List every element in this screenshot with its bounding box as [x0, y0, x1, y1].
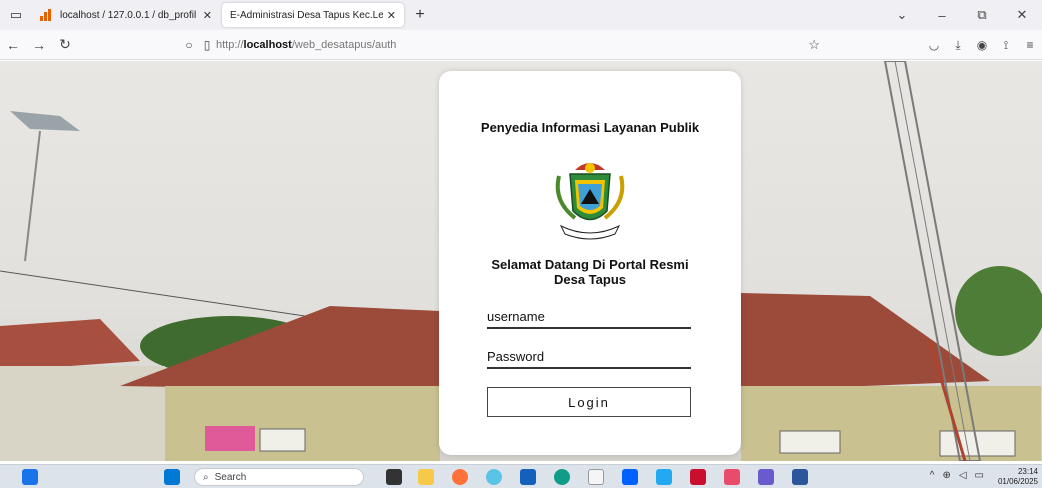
village-emblem-icon	[555, 163, 625, 240]
close-tab-icon[interactable]: ✕	[203, 9, 212, 22]
search-icon: ⌕	[203, 471, 209, 483]
banner-pink	[205, 426, 255, 451]
welcome-heading: Selamat Datang Di Portal Resmi Desa Tapu…	[491, 257, 689, 287]
window-controls: ⌄ – ⧉ ✕	[882, 0, 1042, 30]
amazon-icon[interactable]	[588, 469, 604, 485]
toolbar-right: ◡ ⤓ ◉ ⟟ ≡	[922, 30, 1042, 60]
chevron-up-icon[interactable]: ^	[930, 470, 935, 481]
restore-icon[interactable]: ⧉	[962, 7, 1002, 23]
username-input[interactable]	[487, 307, 691, 329]
browser-nav-bar: ← → ↻ ○ ▯ http://localhost/web_desatapus…	[0, 30, 1042, 60]
search-placeholder: Search	[214, 471, 247, 483]
clock-time: 23:14	[1017, 467, 1038, 476]
bookmark-star-icon[interactable]: ☆	[808, 37, 820, 53]
xampp-icon[interactable]	[690, 469, 706, 485]
menu-icon[interactable]: ≡	[1018, 38, 1042, 52]
page-icon: ▯	[203, 38, 211, 52]
emblem-ribbon	[559, 224, 621, 240]
tab-list-icon[interactable]: ▭	[0, 0, 32, 30]
windows-taskbar: ⌕ Search ^ ⊕ ◁ ▭ 23:14 01/06/2025	[0, 464, 1042, 488]
page-viewport: Penyedia Informasi Layanan Publik Selama…	[0, 61, 1042, 461]
download-icon[interactable]: ⤓	[946, 38, 970, 53]
chevron-down-icon[interactable]: ⌄	[882, 7, 922, 23]
taskbar-search[interactable]: ⌕ Search	[194, 468, 364, 486]
window-grill-right	[779, 430, 841, 454]
vscode-icon[interactable]	[656, 469, 672, 485]
account-icon[interactable]: ◉	[970, 38, 994, 52]
store-icon[interactable]	[520, 469, 536, 485]
file-explorer-icon[interactable]	[418, 469, 434, 485]
password-input[interactable]	[487, 347, 691, 369]
address-bar[interactable]: ○ ▯ http://localhost/web_desatapus/auth …	[180, 34, 828, 56]
back-icon[interactable]: ←	[0, 37, 26, 53]
tree-right	[955, 266, 1042, 356]
reload-icon[interactable]: ↻	[52, 36, 78, 53]
close-icon[interactable]: ✕	[1002, 7, 1042, 23]
word-icon[interactable]	[792, 469, 808, 485]
network-icon[interactable]: ⊕	[942, 470, 950, 481]
mail-icon[interactable]	[724, 469, 740, 485]
tab-title: E-Administrasi Desa Tapus Kec.Lem	[230, 9, 383, 21]
clock-date: 01/06/2025	[997, 477, 1038, 486]
edge-icon[interactable]	[554, 469, 570, 485]
roof-main-right	[741, 293, 990, 391]
roof-left-house	[0, 319, 140, 371]
login-button[interactable]: Login	[487, 387, 691, 417]
shield-icon[interactable]: ○	[180, 38, 198, 52]
street-light-panel	[10, 111, 80, 131]
copilot-icon[interactable]	[486, 469, 502, 485]
dropbox-icon[interactable]	[622, 469, 638, 485]
street-light-pole	[24, 130, 41, 262]
new-tab-button[interactable]: +	[406, 6, 434, 24]
login-card: Penyedia Informasi Layanan Publik Selama…	[439, 71, 741, 455]
tab-title: localhost / 127.0.0.1 / db_profil	[60, 9, 197, 21]
extensions-icon[interactable]: ⟟	[994, 38, 1018, 53]
tab-e-administrasi[interactable]: E-Administrasi Desa Tapus Kec.Lem ✕	[222, 3, 404, 27]
volume-icon[interactable]: ◁	[959, 470, 967, 481]
minimize-icon[interactable]: –	[922, 8, 962, 23]
url-text: http://localhost/web_desatapus/auth	[216, 39, 397, 51]
battery-icon[interactable]: ▭	[975, 470, 984, 481]
tab-phpmyadmin[interactable]: localhost / 127.0.0.1 / db_profil ✕	[32, 3, 220, 27]
app-icon[interactable]	[758, 469, 774, 485]
login-title: Penyedia Informasi Layanan Publik	[480, 120, 700, 135]
phpmyadmin-icon	[40, 9, 54, 21]
windows-start-icon[interactable]	[164, 469, 180, 485]
taskbar-clock[interactable]: 23:14 01/06/2025	[998, 467, 1038, 487]
forward-icon[interactable]: →	[26, 37, 52, 53]
task-view-icon[interactable]	[386, 469, 402, 485]
system-tray: ^ ⊕ ◁ ▭	[930, 470, 984, 481]
widgets-icon[interactable]	[22, 469, 38, 485]
firefox-icon[interactable]	[452, 469, 468, 485]
pocket-icon[interactable]: ◡	[922, 38, 946, 52]
close-tab-icon[interactable]: ✕	[387, 9, 396, 22]
browser-tab-bar: ▭ localhost / 127.0.0.1 / db_profil ✕ E-…	[0, 0, 1042, 30]
window-grill-left	[259, 428, 306, 452]
